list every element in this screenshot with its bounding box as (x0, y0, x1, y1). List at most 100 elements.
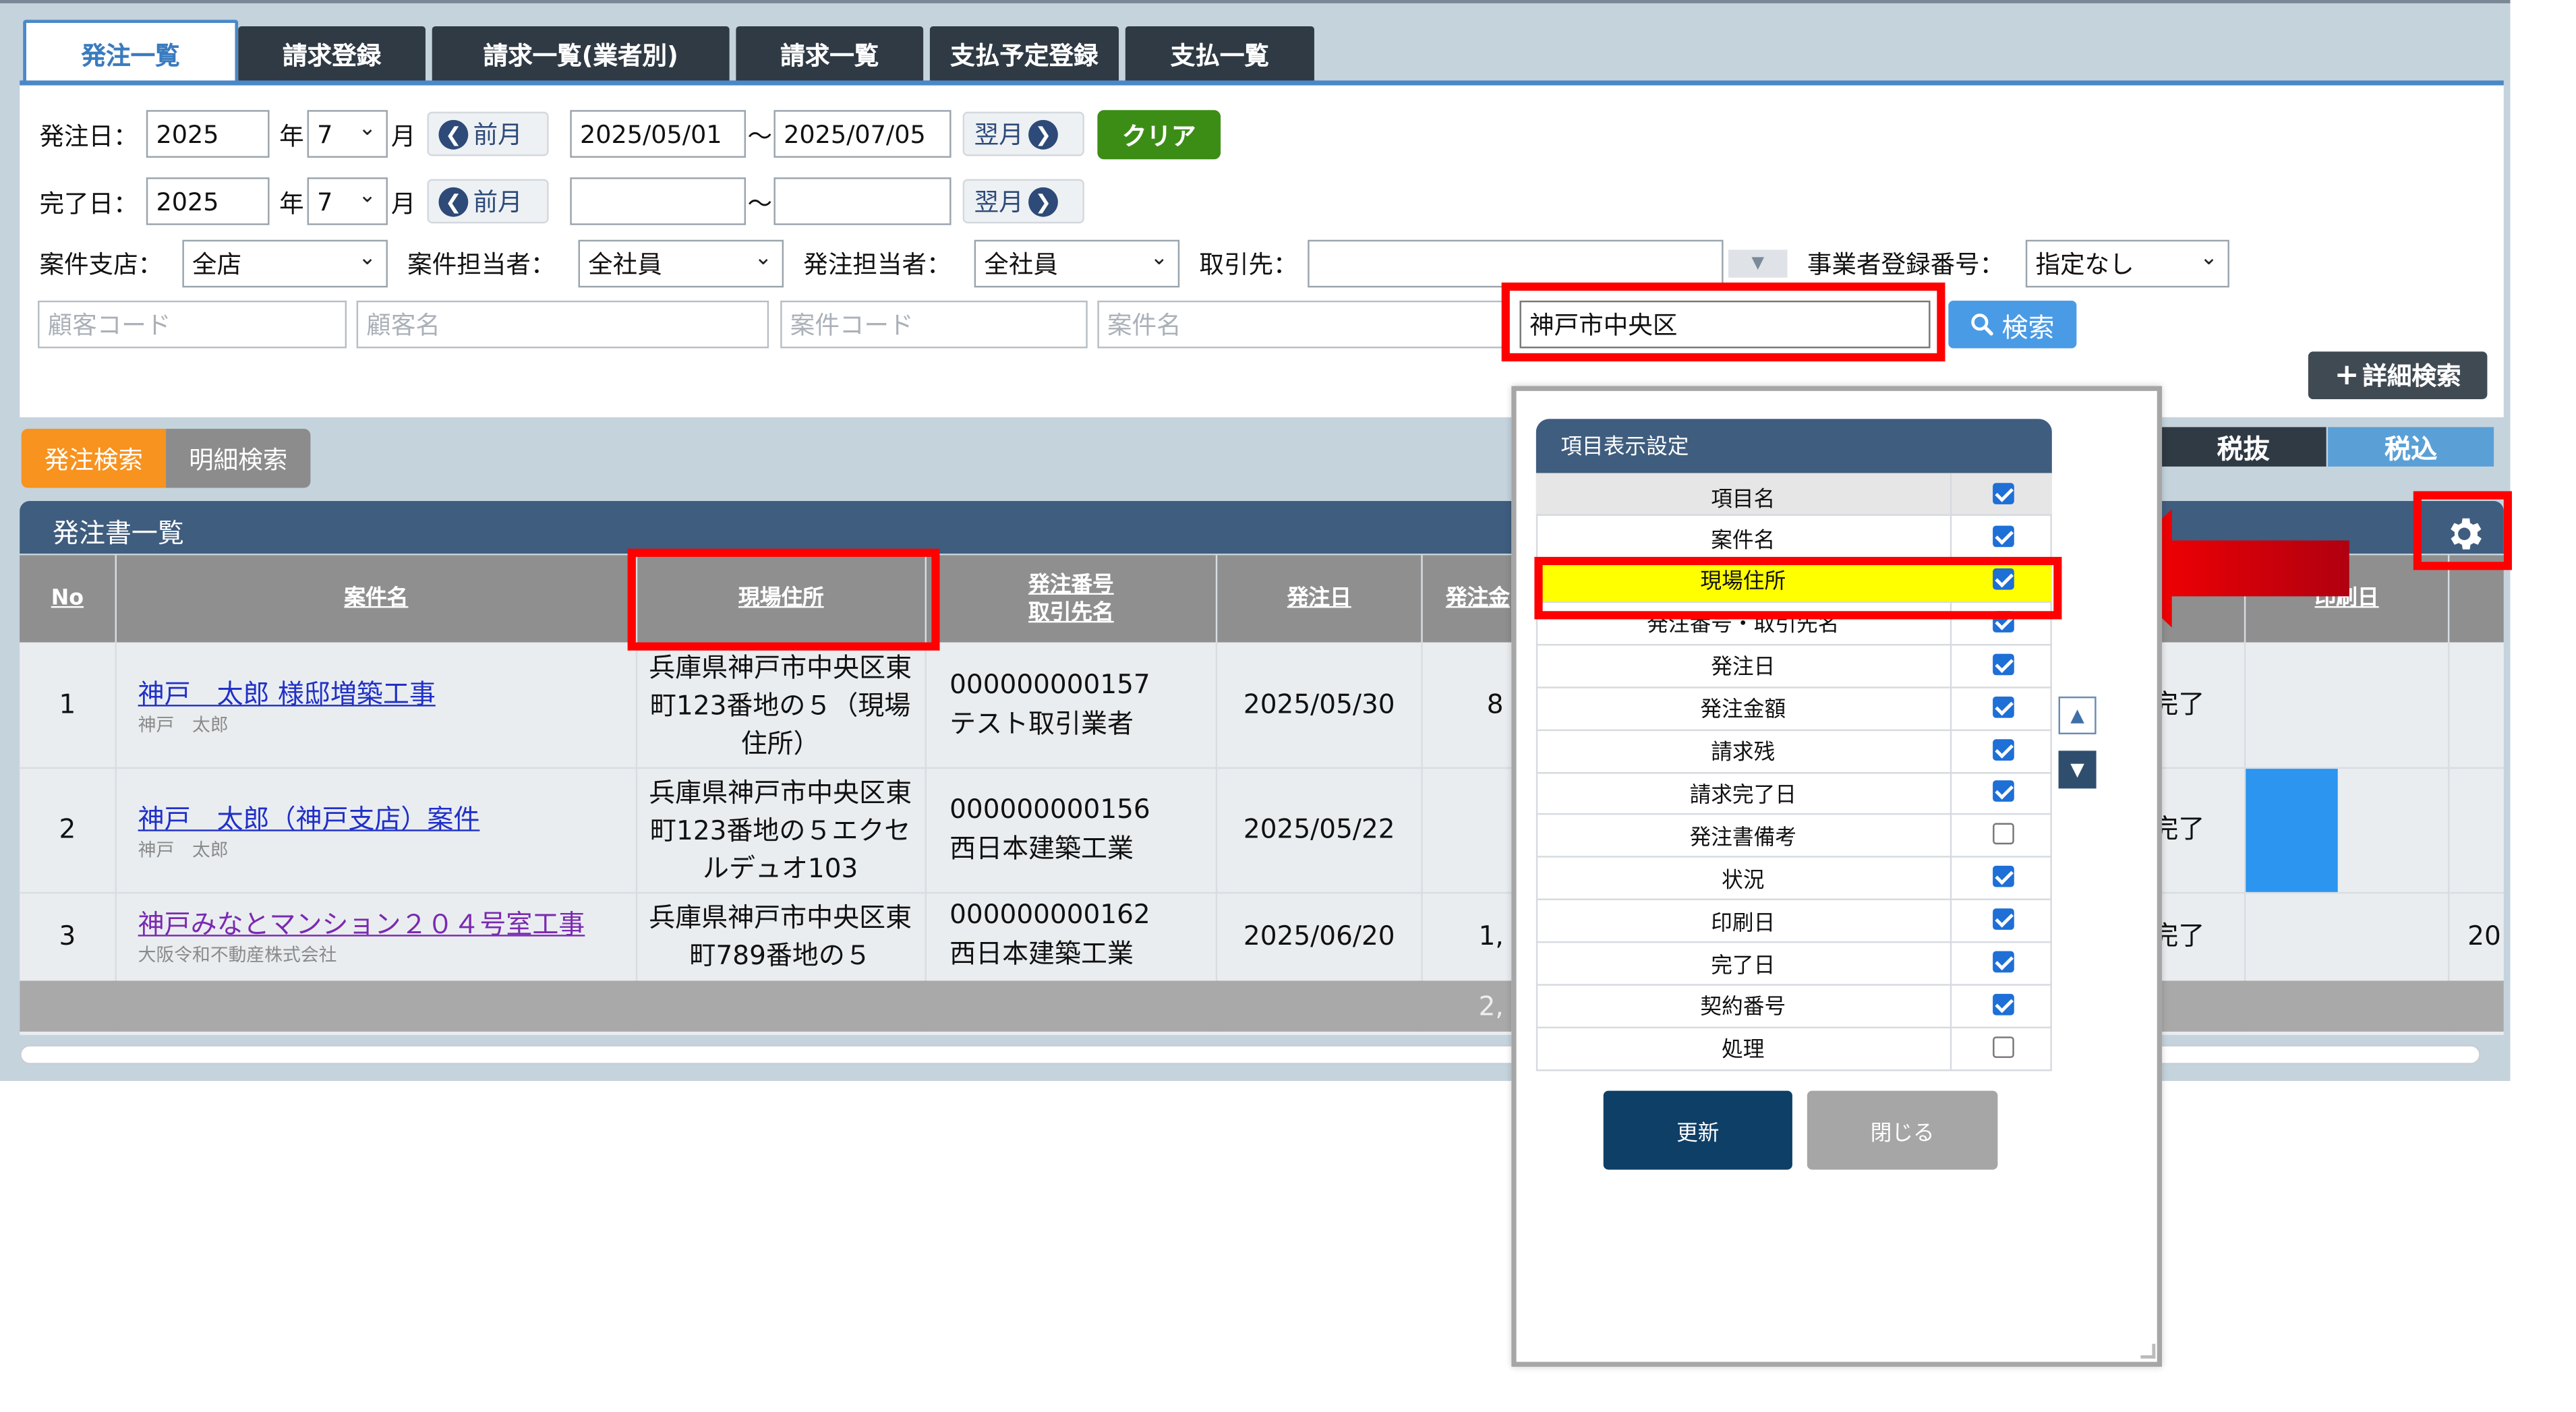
order-date-from-input[interactable]: 2025/05/01 (570, 110, 747, 158)
order-prev-month-label: 前月 (473, 119, 523, 150)
top-rule (0, 0, 2511, 3)
modal-item-checkbox[interactable] (1993, 653, 2014, 675)
partner-dropdown-button[interactable]: ▼ (1728, 249, 1788, 278)
modal-item-label: 完了日 (1711, 953, 1776, 978)
order-date-label: 発注日： (39, 121, 138, 152)
order-year-suffix: 年 (279, 121, 304, 152)
tab-invoice-register[interactable]: 請求登録 (238, 26, 426, 82)
case-link[interactable]: 神戸 太郎（神戸支店）案件 (138, 797, 631, 836)
modal-item-checkbox[interactable] (1993, 823, 2014, 845)
done-month-select[interactable]: 7 ⌄ (307, 177, 388, 225)
done-date-to-input[interactable] (773, 177, 952, 225)
row-no: 1 (59, 688, 76, 720)
done-prev-month-label: 前月 (473, 187, 523, 217)
modal-item-row: 請求残 (1535, 728, 2052, 773)
modal-resize-handle-icon[interactable] (2140, 1343, 2156, 1359)
table-row: 1 (20, 643, 115, 767)
modal-item-checkbox[interactable] (1993, 993, 2014, 1016)
tab-order-list[interactable]: 発注一覧 (23, 20, 239, 86)
subtab-detail-search[interactable]: 明細検索 (166, 428, 311, 488)
modal-item-checkbox[interactable] (1993, 908, 2014, 931)
case-customer: 神戸 太郎 (138, 839, 229, 861)
case-staff-select[interactable]: 全社員 ⌄ (578, 239, 784, 288)
order-month-select[interactable]: 7 ⌄ (307, 110, 388, 158)
done-prev-month-button[interactable]: ❮ 前月 (427, 179, 549, 224)
col-header-order-no[interactable]: 発注番号 取引先名 (927, 555, 1216, 643)
modal-item-label: 状況 (1722, 868, 1765, 893)
modal-item-checkbox[interactable] (1993, 866, 2014, 888)
modal-item-checkbox[interactable] (1993, 781, 2014, 802)
modal-header-label: 項目名 (1711, 488, 1776, 513)
case-code-input[interactable]: 案件コード (780, 300, 1088, 349)
order-prev-month-button[interactable]: ❮ 前月 (427, 111, 549, 156)
detail-search-label: 詳細検索 (2362, 361, 2461, 391)
order-staff-select[interactable]: 全社員 ⌄ (974, 239, 1180, 288)
order-year-input[interactable]: 2025 (146, 110, 270, 158)
modal-item-row: 発注書備考 (1535, 814, 2052, 858)
chevron-down-icon: ⌄ (358, 116, 376, 142)
modal-item-label: 請求残 (1711, 740, 1776, 766)
order-month-value: 7 (317, 119, 333, 149)
modal-item-label: 発注書備考 (1689, 825, 1796, 851)
col-header-amount[interactable]: 発注金 (1422, 555, 1521, 643)
chevron-left-icon: ❮ (438, 186, 469, 216)
modal-scroll-up-button[interactable]: ▲ (2058, 696, 2097, 734)
case-customer: 大阪令和不動産株式会社 (138, 944, 337, 966)
customer-code-input[interactable]: 顧客コード (38, 300, 347, 349)
detail-search-button[interactable]: + 詳細検索 (2308, 351, 2488, 399)
customer-name-input[interactable]: 顧客名 (356, 300, 769, 349)
modal-scroll-down-button[interactable]: ▼ (2058, 751, 2097, 789)
row-site-address: 兵庫県神戸市中央区東町123番地の５（現場住所） (649, 651, 912, 759)
tab-invoice-by-vendor[interactable]: 請求一覧(業者別) (432, 26, 730, 82)
clear-button[interactable]: クリア (1097, 110, 1221, 160)
modal-update-button[interactable]: 更新 (1603, 1090, 1792, 1170)
row-site-address: 兵庫県神戸市中央区東町789番地の５ (649, 902, 912, 971)
col-header-order-date[interactable]: 発注日 (1217, 555, 1422, 643)
partner-input[interactable] (1308, 239, 1724, 288)
modal-header-checkbox[interactable] (1993, 483, 2014, 504)
modal-item-row: 印刷日 (1535, 899, 2052, 943)
tab-payment-list[interactable]: 支払一覧 (1125, 26, 1314, 82)
col-header-no[interactable]: No (20, 555, 115, 643)
done-year-input[interactable]: 2025 (146, 177, 270, 225)
subtab-order-search[interactable]: 発注検索 (21, 428, 167, 488)
branch-label: 案件支店： (39, 249, 163, 280)
grid-divider (1421, 555, 1423, 1032)
row-status: 完了 (2152, 688, 2205, 720)
row-site-address: 兵庫県神戸市中央区東町123番地の５エクセルデュオ103 (649, 776, 912, 883)
case-name-input[interactable]: 案件名 (1097, 300, 1509, 349)
tab-underline (20, 80, 2504, 86)
regno-select[interactable]: 指定なし ⌄ (2025, 239, 2229, 288)
search-button[interactable]: 検索 (1948, 300, 2077, 349)
modal-item-checkbox[interactable] (1993, 738, 2014, 760)
tab-payment-schedule[interactable]: 支払予定登録 (929, 26, 1119, 82)
tax-included-label: 税込 (2384, 434, 2438, 465)
branch-select[interactable]: 全店 ⌄ (182, 239, 388, 288)
order-date-to-input[interactable]: 2025/07/05 (773, 110, 952, 158)
modal-close-button[interactable]: 閉じる (1807, 1090, 1998, 1170)
row-partner: 西日本建築工業 (949, 938, 1134, 970)
modal-item-checkbox[interactable] (1993, 1036, 2014, 1058)
done-date-from-input[interactable] (570, 177, 747, 225)
modal-item-label: 発注金額 (1700, 698, 1786, 724)
print-date-highlight-cell (2246, 769, 2338, 892)
tax-excluded-label: 税抜 (2217, 434, 2270, 465)
row-partner: 西日本建築工業 (949, 833, 1134, 864)
modal-update-label: 更新 (1676, 1121, 1720, 1146)
row-status: 完了 (2152, 920, 2205, 951)
case-link[interactable]: 神戸みなとマンション２０４号室工事 (138, 902, 631, 941)
caret-up-icon: ▲ (2070, 705, 2084, 726)
case-link[interactable]: 神戸 太郎 様邸増築工事 (138, 672, 631, 711)
tax-included-toggle[interactable]: 税込 (2328, 427, 2494, 467)
modal-item-checkbox[interactable] (1993, 695, 2014, 717)
modal-item-checkbox[interactable] (1993, 951, 2014, 973)
row-partner: テスト取引業者 (949, 708, 1134, 740)
tax-excluded-toggle[interactable]: 税抜 (2160, 427, 2326, 467)
modal-item-checkbox[interactable] (1993, 525, 2014, 548)
col-header-order-no-line1: 発注番号 (1028, 572, 1114, 597)
done-next-month-button[interactable]: 翌月 ❯ (962, 179, 1084, 224)
tab-invoice-list[interactable]: 請求一覧 (736, 26, 924, 82)
order-next-month-button[interactable]: 翌月 ❯ (962, 111, 1084, 156)
col-header-case[interactable]: 案件名 (116, 555, 636, 643)
chevron-down-icon: ⌄ (2200, 246, 2218, 271)
